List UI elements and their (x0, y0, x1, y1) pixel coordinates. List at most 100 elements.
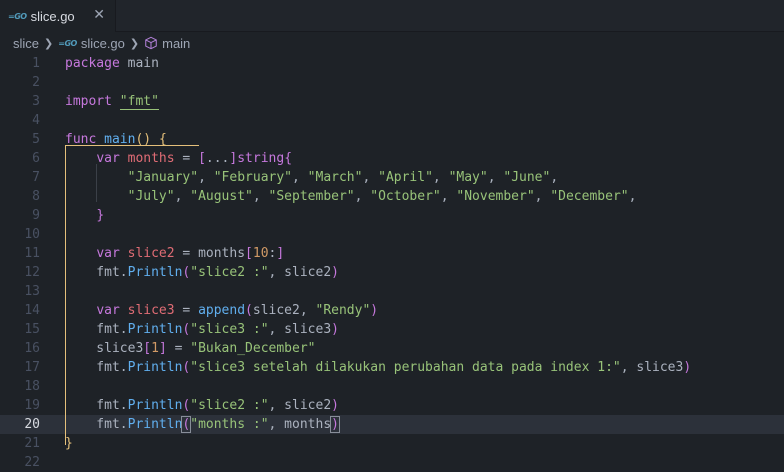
code-text: fmt.Println("months :", months) (65, 415, 340, 434)
code-text: slice3[1] = "Bukan_December" (65, 339, 315, 358)
line-number: 3 (32, 94, 40, 109)
code-token: [ (245, 246, 253, 261)
code-token: ] (276, 246, 285, 261)
line-number: 20 (24, 417, 40, 432)
line-number: 2 (32, 75, 40, 90)
code-token: slice2 (127, 246, 175, 261)
code-token: "October" (370, 189, 441, 204)
code-token: , (432, 170, 449, 185)
code-line[interactable]: 17 fmt.Println("slice3 setelah dilakukan… (0, 358, 784, 377)
code-token: fmt. (65, 417, 128, 432)
code-token: ) (370, 303, 379, 318)
code-token: fmt. (65, 398, 128, 413)
code-line[interactable]: 22 (0, 453, 784, 472)
tab-bar: =GO slice.go ✕ (0, 0, 784, 32)
code-token: = (174, 151, 199, 166)
line-number: 14 (24, 303, 40, 318)
code-token: , slice2 (268, 265, 332, 280)
line-number: 22 (24, 455, 40, 470)
code-token: "January" (127, 170, 199, 185)
code-line[interactable]: 2 (0, 73, 784, 92)
code-token: , (174, 189, 191, 204)
code-line[interactable]: 13 (0, 282, 784, 301)
code-token: 10 (252, 246, 269, 261)
code-editor[interactable]: 22 21} 20 fmt.Println("months :", months) 1… (0, 54, 784, 470)
indent-guide-array (96, 164, 97, 202)
code-text: fmt.Println("slice3 :", slice3) (65, 320, 339, 339)
code-line[interactable]: 11 var slice2 = months[10:] (0, 244, 784, 263)
chevron-right-icon: ❯ (129, 36, 140, 50)
code-token: fmt. (65, 322, 128, 337)
line-number: 1 (32, 56, 40, 71)
code-token: "May" (448, 170, 488, 185)
code-token: ) (331, 398, 339, 413)
code-text: var slice2 = months[10:] (65, 244, 284, 263)
code-line[interactable]: 4 (0, 111, 784, 130)
code-token: "slice2 :" (190, 265, 269, 280)
line-number: 9 (32, 208, 40, 223)
code-line[interactable]: 1 package main (0, 54, 784, 73)
code-token: "slice2 :" (190, 398, 269, 413)
code-line[interactable]: 15 fmt.Println("slice3 :", slice3) (0, 320, 784, 339)
breadcrumb-file[interactable]: slice.go (81, 36, 125, 51)
code-line[interactable]: 5 func main() { (0, 130, 784, 149)
code-line[interactable]: 8 "July", "August", "September", "Octobe… (0, 187, 784, 206)
tab-slice-go[interactable]: =GO slice.go ✕ (0, 0, 116, 32)
code-token: "November" (456, 189, 535, 204)
code-token: ) (330, 416, 340, 433)
code-token: = (174, 303, 199, 318)
code-token: , (354, 189, 371, 204)
code-text: func main() { (65, 130, 167, 149)
code-token: "slice3 :" (190, 322, 269, 337)
close-icon[interactable]: ✕ (93, 7, 105, 23)
code-text: } (65, 206, 104, 225)
code-token: Println (127, 417, 183, 432)
breadcrumb-folder[interactable]: slice (13, 36, 39, 51)
code-line[interactable]: 21} (0, 434, 784, 453)
code-token: 1 (151, 341, 159, 356)
code-token: , (362, 170, 379, 185)
line-number: 16 (24, 341, 40, 356)
code-line[interactable]: 9 } (0, 206, 784, 225)
code-token: slice3 (127, 303, 175, 318)
code-token: "Bukan_December" (190, 341, 316, 356)
code-line[interactable]: 3 import "fmt" (0, 92, 784, 111)
code-token: , slice3 (620, 360, 684, 375)
code-line[interactable]: 16 slice3[1] = "Bukan_December" (0, 339, 784, 358)
line-number: 6 (32, 151, 40, 166)
code-token: slice3 (65, 341, 144, 356)
code-token: string (237, 151, 285, 166)
code-token: } (96, 208, 105, 223)
code-token: , slice2 (268, 398, 332, 413)
code-line[interactable]: 14 var slice3 = append(slice2, "Rendy") (0, 301, 784, 320)
code-line[interactable]: 10 (0, 225, 784, 244)
line-number: 15 (24, 322, 40, 337)
code-line[interactable]: 6 var months = [...]string{ (0, 149, 784, 168)
code-token: , (534, 189, 551, 204)
code-line[interactable]: 7 "January", "February", "March", "April… (0, 168, 784, 187)
code-token: "February" (213, 170, 293, 185)
code-line[interactable]: 12 fmt.Println("slice2 :", slice2) (0, 263, 784, 282)
line-number: 21 (24, 436, 40, 451)
code-token: , (550, 170, 559, 185)
code-token: var (96, 303, 120, 318)
code-token: ) (683, 360, 692, 375)
code-token: "September" (268, 189, 355, 204)
code-token: , slice3 (268, 322, 332, 337)
code-line[interactable]: 20 fmt.Println("months :", months) (0, 415, 784, 434)
code-token: "months :" (190, 417, 269, 432)
code-token: ... (205, 151, 230, 166)
code-line[interactable]: 19 fmt.Println("slice2 :", slice2) (0, 396, 784, 415)
line-number: 13 (24, 284, 40, 299)
code-token: , (628, 189, 637, 204)
bracket-scope-marker (65, 145, 199, 146)
code-line[interactable]: 18 (0, 377, 784, 396)
code-token: slice2, (252, 303, 316, 318)
breadcrumb-symbol[interactable]: main (162, 36, 190, 51)
